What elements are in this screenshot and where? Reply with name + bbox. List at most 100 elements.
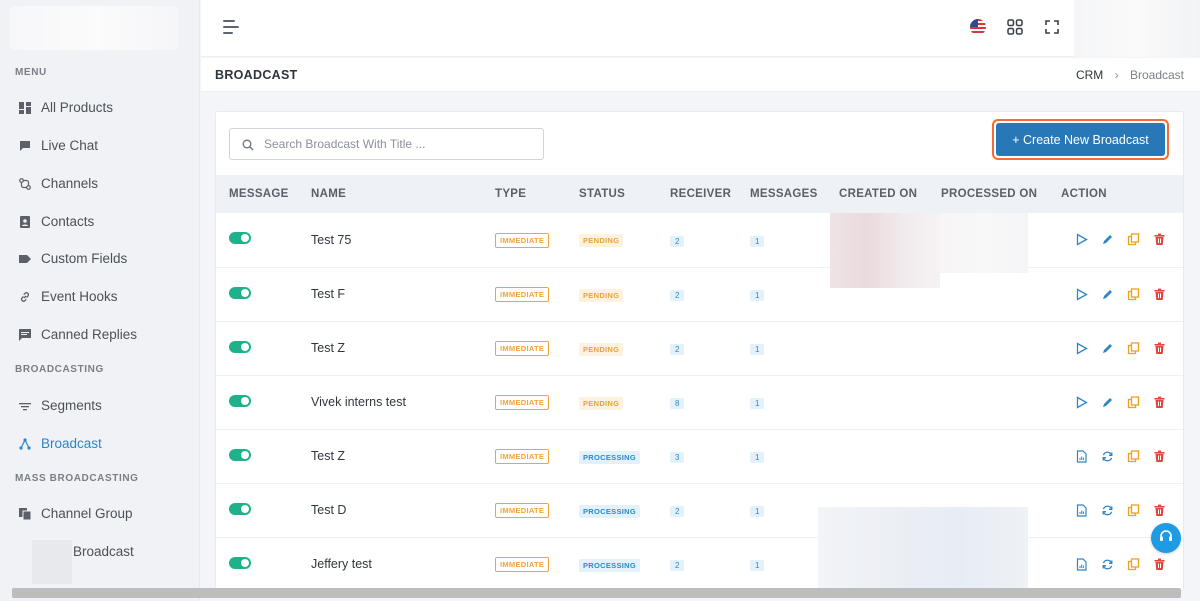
column-header[interactable]: PROCESSED ON xyxy=(941,175,1061,213)
message-toggle[interactable] xyxy=(229,340,251,353)
column-header[interactable]: MESSAGE xyxy=(216,175,311,213)
refresh-icon[interactable] xyxy=(1101,450,1114,463)
support-chat-button[interactable] xyxy=(1151,523,1181,553)
submenu-icon-placeholder xyxy=(32,540,72,584)
sidebar-item-custom-fields[interactable]: Custom Fields xyxy=(19,251,127,266)
sidebar-item-broadcast[interactable]: Broadcast xyxy=(19,436,102,451)
refresh-icon[interactable] xyxy=(1101,558,1114,571)
sidebar-item-event-hooks[interactable]: Event Hooks xyxy=(19,289,118,304)
message-toggle[interactable] xyxy=(229,502,251,515)
broadcast-table: MESSAGE NAME TYPE STATUS RECEIVER MESSAG… xyxy=(216,175,1183,590)
delete-icon[interactable] xyxy=(1153,342,1166,355)
column-header[interactable]: RECEIVER xyxy=(670,175,750,213)
copy-icon[interactable] xyxy=(1127,287,1140,301)
status-cell: PENDING xyxy=(579,321,670,376)
message-toggle[interactable] xyxy=(229,286,251,299)
menu-toggle-icon[interactable] xyxy=(223,20,241,36)
created-on-cell xyxy=(839,375,941,430)
message-cell xyxy=(216,375,311,430)
status-badge: PROCESSING xyxy=(579,450,641,464)
type-cell: IMMEDIATE xyxy=(495,537,579,590)
create-new-broadcast-button[interactable]: + Create New Broadcast xyxy=(996,123,1165,156)
link-icon xyxy=(19,291,31,303)
column-header[interactable]: STATUS xyxy=(579,175,670,213)
name-cell: Test Z xyxy=(311,321,495,376)
message-toggle[interactable] xyxy=(229,448,251,461)
search-input[interactable] xyxy=(264,137,534,151)
column-header[interactable]: CREATED ON xyxy=(839,175,941,213)
type-cell: IMMEDIATE xyxy=(495,375,579,430)
type-badge: IMMEDIATE xyxy=(495,341,550,356)
sidebar-item-contacts[interactable]: Contacts xyxy=(19,214,94,229)
sidebar-item-mass-broadcast[interactable]: Broadcast xyxy=(73,544,134,559)
top-bar xyxy=(201,0,1200,57)
logo xyxy=(10,6,178,50)
copy-icon[interactable] xyxy=(1127,503,1140,517)
messages-cell: 1 xyxy=(750,429,839,484)
column-header[interactable]: NAME xyxy=(311,175,495,213)
delete-icon[interactable] xyxy=(1153,504,1166,517)
messages-count: 1 xyxy=(750,235,765,247)
action-cell xyxy=(1061,429,1183,484)
delete-icon[interactable] xyxy=(1153,288,1166,301)
message-toggle[interactable] xyxy=(229,232,251,245)
search-box xyxy=(229,128,544,160)
copy-icon[interactable] xyxy=(1127,557,1140,571)
copy-icon[interactable] xyxy=(1127,395,1140,409)
view-report-icon[interactable] xyxy=(1075,449,1088,463)
receiver-count: 2 xyxy=(670,290,685,301)
column-header[interactable]: MESSAGES xyxy=(750,175,839,213)
copy-icon[interactable] xyxy=(1127,449,1140,463)
copy-icon[interactable] xyxy=(1127,341,1140,355)
column-header[interactable]: TYPE xyxy=(495,175,579,213)
delete-icon[interactable] xyxy=(1153,558,1166,571)
user-avatar[interactable] xyxy=(1074,0,1200,57)
fullscreen-icon[interactable] xyxy=(1043,18,1061,36)
message-toggle[interactable] xyxy=(229,556,251,569)
message-cell xyxy=(216,537,311,590)
send-icon[interactable] xyxy=(1075,233,1088,246)
receiver-cell: 2 xyxy=(670,267,750,322)
sidebar-item-label: Broadcast xyxy=(73,544,134,559)
table-row: Test D IMMEDIATE PROCESSING 2 1 xyxy=(216,483,1183,538)
table-row: Jeffery test IMMEDIATE PROCESSING 2 1 xyxy=(216,537,1183,590)
send-icon[interactable] xyxy=(1075,395,1088,409)
sidebar-item-all-products[interactable]: All Products xyxy=(19,100,113,115)
messages-count: 1 xyxy=(750,452,765,463)
receiver-cell: 2 xyxy=(670,321,750,376)
send-icon[interactable] xyxy=(1075,341,1088,355)
delete-icon[interactable] xyxy=(1153,233,1166,246)
view-report-icon[interactable] xyxy=(1075,503,1088,517)
sidebar-item-canned-replies[interactable]: Canned Replies xyxy=(19,327,137,342)
edit-icon[interactable] xyxy=(1101,342,1114,355)
edit-icon[interactable] xyxy=(1101,288,1114,301)
chat-icon xyxy=(19,140,31,152)
view-report-icon[interactable] xyxy=(1075,557,1088,571)
sidebar-item-channel-group[interactable]: Channel Group xyxy=(19,506,133,521)
sidebar-item-label: Broadcast xyxy=(41,436,102,451)
delete-icon[interactable] xyxy=(1153,396,1166,409)
create-button-highlight: + Create New Broadcast xyxy=(992,119,1169,160)
status-badge: PENDING xyxy=(579,234,624,248)
processed-on-cell xyxy=(941,429,1061,484)
sidebar-item-label: All Products xyxy=(41,100,114,115)
breadcrumb-root[interactable]: CRM xyxy=(1076,68,1103,82)
sidebar-item-channels[interactable]: Channels xyxy=(19,176,98,191)
copy-icon[interactable] xyxy=(1127,233,1140,246)
us-flag-icon[interactable] xyxy=(969,18,987,36)
refresh-icon[interactable] xyxy=(1101,504,1114,517)
edit-icon[interactable] xyxy=(1101,396,1114,409)
send-icon[interactable] xyxy=(1075,287,1088,301)
apps-grid-icon[interactable] xyxy=(1006,18,1024,36)
edit-icon[interactable] xyxy=(1101,233,1114,246)
segments-icon xyxy=(19,400,31,412)
tag-icon xyxy=(19,253,31,265)
horizontal-scrollbar[interactable] xyxy=(12,588,1181,598)
delete-icon[interactable] xyxy=(1153,450,1166,463)
message-toggle[interactable] xyxy=(229,394,251,407)
receiver-cell: 2 xyxy=(670,483,750,538)
sidebar-item-segments[interactable]: Segments xyxy=(19,398,102,413)
type-cell: IMMEDIATE xyxy=(495,429,579,484)
type-badge: IMMEDIATE xyxy=(495,232,550,248)
sidebar-item-live-chat[interactable]: Live Chat xyxy=(19,138,98,153)
